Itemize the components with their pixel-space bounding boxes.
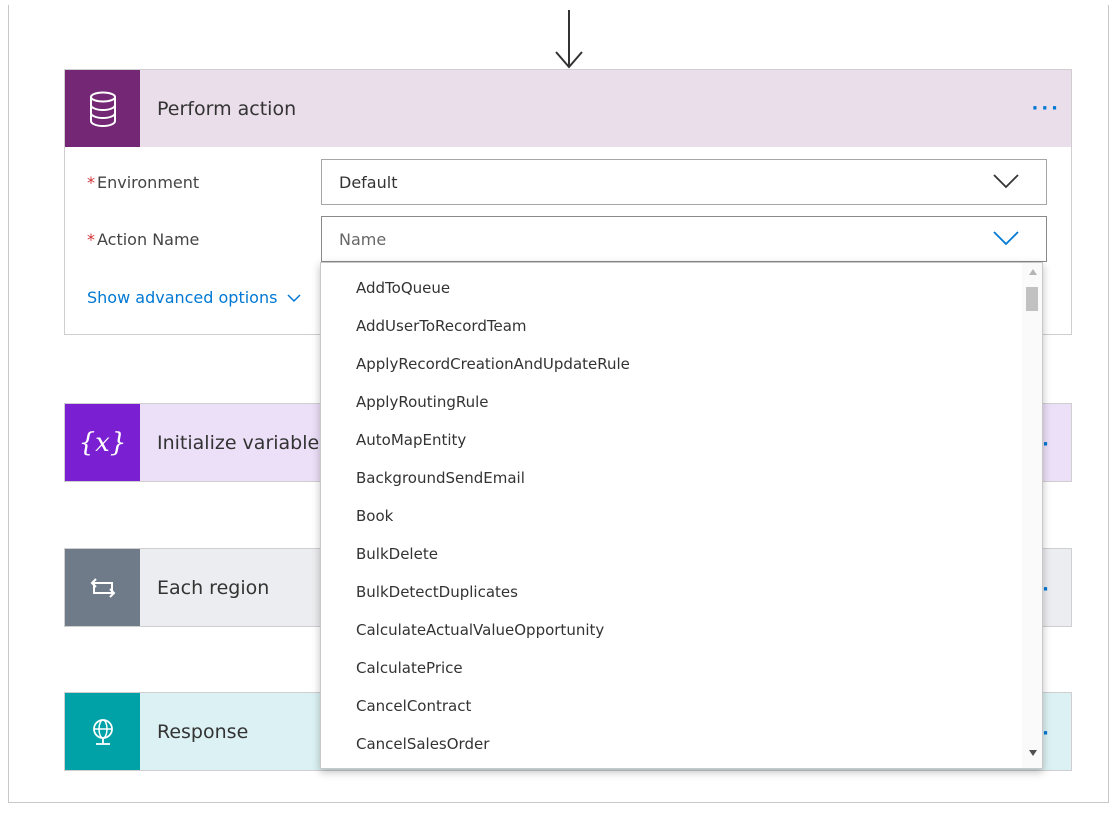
action-name-placeholder: Name — [339, 229, 387, 249]
globe-icon — [65, 693, 140, 770]
environment-select[interactable]: Default — [321, 159, 1047, 205]
dropdown-option[interactable]: AddToQueue — [321, 271, 1042, 309]
dropdown-option[interactable]: CalculateActualValueOpportunity — [321, 613, 1042, 651]
chevron-down-icon — [287, 294, 301, 303]
dropdown-option[interactable]: BackgroundSendEmail — [321, 461, 1042, 499]
card-title: Perform action — [157, 97, 297, 120]
dropdown-option[interactable]: BulkDelete — [321, 537, 1042, 575]
more-options-button[interactable]: ··· — [1031, 98, 1061, 119]
action-name-row: * Action Name Name — [65, 216, 1071, 262]
database-icon — [65, 70, 140, 147]
scrollbar-thumb[interactable] — [1026, 287, 1038, 311]
down-arrow-icon — [555, 10, 583, 69]
card-title: Response — [157, 720, 249, 743]
card-title: Initialize variable — [157, 431, 320, 454]
scroll-down-arrow-icon[interactable] — [1029, 750, 1037, 756]
environment-value: Default — [339, 172, 398, 192]
action-name-dropdown[interactable]: AddToQueue AddUserToRecordTeam ApplyReco… — [320, 262, 1043, 769]
environment-label-text: Environment — [97, 173, 200, 192]
scroll-up-arrow-icon[interactable] — [1029, 269, 1037, 275]
dropdown-option[interactable]: CalculatePrice — [321, 651, 1042, 689]
action-name-select[interactable]: Name — [321, 216, 1047, 262]
chevron-down-icon — [993, 231, 1019, 246]
perform-action-header[interactable]: Perform action ··· — [65, 70, 1071, 147]
dropdown-option[interactable]: AutoMapEntity — [321, 423, 1042, 461]
environment-label: * Environment — [87, 173, 199, 192]
dropdown-option[interactable]: CancelSalesOrder — [321, 727, 1042, 765]
variable-icon-glyph: {x} — [78, 427, 127, 458]
action-options-list: AddToQueue AddUserToRecordTeam ApplyReco… — [321, 263, 1042, 765]
required-marker: * — [87, 173, 95, 192]
dropdown-option[interactable]: AddUserToRecordTeam — [321, 309, 1042, 347]
dropdown-scrollbar[interactable] — [1022, 263, 1042, 768]
dropdown-option[interactable]: ApplyRoutingRule — [321, 385, 1042, 423]
required-marker: * — [87, 230, 95, 249]
environment-row: * Environment Default — [65, 159, 1071, 205]
advanced-link-text: Show advanced options — [87, 288, 278, 307]
dropdown-option[interactable]: CancelContract — [321, 689, 1042, 727]
action-name-label-text: Action Name — [97, 230, 200, 249]
more-options-button[interactable]: · — [1042, 579, 1049, 600]
variable-icon: {x} — [65, 404, 140, 481]
dropdown-option[interactable]: Book — [321, 499, 1042, 537]
more-options-button[interactable]: · — [1042, 434, 1049, 455]
dropdown-option[interactable]: ApplyRecordCreationAndUpdateRule — [321, 347, 1042, 385]
action-name-label: * Action Name — [87, 230, 199, 249]
designer-frame: Perform action ··· * Environment Default … — [0, 0, 1117, 831]
show-advanced-options-link[interactable]: Show advanced options — [87, 288, 301, 307]
more-options-button[interactable]: · — [1042, 723, 1049, 744]
loop-icon — [65, 549, 140, 626]
card-title: Each region — [157, 576, 270, 599]
dropdown-option[interactable]: BulkDetectDuplicates — [321, 575, 1042, 613]
chevron-down-icon — [993, 174, 1019, 189]
